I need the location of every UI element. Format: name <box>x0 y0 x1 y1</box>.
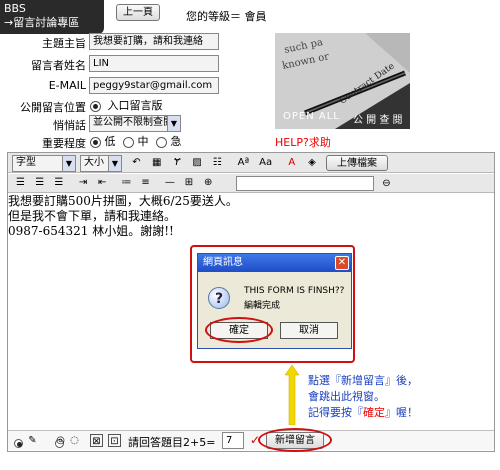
zoom-out-icon[interactable]: ⊡ <box>108 434 121 447</box>
message-line: 但是我不會下單，請和我連絡。 <box>8 209 177 223</box>
submit-button-highlight <box>258 428 332 452</box>
importance-radio-group: 低 中 急 <box>90 133 200 149</box>
mode-radio-selected[interactable] <box>14 438 23 448</box>
bbs-badge-title: BBS <box>4 2 26 15</box>
whisper-select-value: 並公開不限制查閱 <box>93 117 173 128</box>
email-input[interactable]: peggy9star@gmail.com <box>89 77 219 94</box>
link-icon[interactable]: ⊕ <box>202 176 215 189</box>
bullet-list-icon[interactable]: ≡ <box>139 176 152 189</box>
editor-toolbar-row1: 字型 ▼ 大小 ▼ ↶ ▦ Ɏ ▨ ☷ Aª Aa A ◈ 上傳檔案 <box>8 153 494 173</box>
annotation-confirm-word: 確定 <box>363 406 385 419</box>
zoom-in-icon[interactable]: ⊠ <box>90 434 103 447</box>
importance-mid-label: 中 <box>137 135 149 148</box>
upload-file-button[interactable]: 上傳檔案 <box>326 155 388 171</box>
bbs-badge: BBS →留言討論專區 <box>0 0 104 34</box>
subject-input[interactable]: 我想要訂購，請和我連絡 <box>89 33 219 50</box>
font-select-value: 字型 <box>16 157 36 168</box>
open-all-caption: OPEN ALL <box>283 111 340 122</box>
importance-low-label: 低 <box>104 135 116 148</box>
public-position-option: 入口留言版 <box>107 99 163 112</box>
help-link[interactable]: HELP?求助 <box>275 134 331 150</box>
dialog-message-line2: 編輯完成 <box>244 301 281 311</box>
horizontal-rule-icon[interactable]: — <box>163 176 176 189</box>
annotation-line3-pre: 記得要按『 <box>308 406 363 419</box>
chevron-down-icon: ▼ <box>62 156 75 171</box>
importance-label: 重要程度 <box>42 137 86 150</box>
cancel-button[interactable]: 取消 <box>280 322 338 339</box>
indent-icon[interactable]: ⇥ <box>77 176 90 189</box>
annotation-line3-post: 』喔！ <box>385 406 418 419</box>
highlight-icon[interactable]: ◈ <box>306 156 319 169</box>
importance-urgent-radio[interactable] <box>156 136 167 148</box>
align-right-icon[interactable]: ☰ <box>52 176 65 189</box>
annotation-note: 點選『新增留言』後， 會跳出此視窗。 記得要按『確定』喔！ <box>308 373 498 421</box>
importance-mid-radio[interactable] <box>123 136 134 148</box>
captcha-question: 請回答題目2+5= <box>128 436 216 449</box>
font-grow-icon[interactable]: Aª <box>237 156 250 169</box>
contract-photo: such pa known or Contract Date OPEN ALL … <box>275 33 410 129</box>
public-position-label: 公開留言位置 <box>20 101 86 114</box>
size-select[interactable]: 大小 ▼ <box>80 155 122 172</box>
whisper-select[interactable]: 並公開不限制查閱 ▼ <box>89 115 181 132</box>
member-level-text: 您的等級＝ 會員 <box>186 10 267 23</box>
format-icons: ↶ ▦ Ɏ ▨ ☷ Aª Aa A ◈ <box>130 156 330 170</box>
name-label: 留言者姓名 <box>31 59 86 72</box>
dialog-message-line1: THIS FORM IS FINSH?? <box>244 286 345 296</box>
annotation-line3: 記得要按『確定』喔！ <box>308 405 498 421</box>
table-icon[interactable]: ▦ <box>150 156 163 169</box>
view-mode-icon[interactable]: ◌ <box>68 434 81 447</box>
web-message-dialog: 網頁訊息 ✕ ? THIS FORM IS FINSH?? 編輯完成 確定 取消 <box>197 253 352 349</box>
importance-low-radio[interactable] <box>90 136 101 148</box>
email-label: E-MAIL <box>48 79 86 92</box>
public-position-radio[interactable]: 入口留言版 <box>90 97 200 113</box>
chevron-down-icon: ▼ <box>108 156 121 171</box>
ok-button-highlight <box>205 317 273 343</box>
bbs-badge-subtitle: →留言討論專區 <box>4 16 80 29</box>
image-icon[interactable]: ▨ <box>191 156 204 169</box>
whisper-label: 悄悄話 <box>53 119 86 132</box>
editor-bottom-bar: ✎ ◎ ◌ ⊠ ⊡ 請回答題目2+5= 7 ✓ 新增留言 <box>8 428 494 452</box>
align-center-icon[interactable]: ☰ <box>33 176 46 189</box>
arrow-up-icon <box>285 365 299 425</box>
importance-urgent-label: 急 <box>170 135 182 148</box>
annotation-line2: 會跳出此視窗。 <box>308 390 385 403</box>
font-shrink-icon[interactable]: Aa <box>259 156 272 169</box>
size-select-value: 大小 <box>84 157 104 168</box>
chevron-down-icon: ▼ <box>167 116 180 131</box>
close-icon[interactable]: ✕ <box>335 256 349 270</box>
font-select[interactable]: 字型 ▼ <box>12 155 76 172</box>
subject-label: 主題主旨 <box>42 37 86 50</box>
font-color-icon[interactable]: A <box>285 156 298 169</box>
link-url-input[interactable] <box>236 176 374 191</box>
annotation-line1: 點選『新增留言』後， <box>308 374 418 387</box>
name-input[interactable]: LIN <box>89 55 219 72</box>
captcha-answer-input[interactable]: 7 <box>222 432 244 449</box>
message-line: 0987-654321 林小姐。謝謝!! <box>8 224 174 238</box>
numbered-list-icon[interactable]: ≔ <box>120 176 133 189</box>
editor-toolbar-row2: ☰ ☰ ☰ ⇥ ⇤ ≔ ≡ — ⊞ ⊕ ⊖ <box>8 174 494 193</box>
public-view-caption: 公 開 查 閱 <box>353 115 403 126</box>
italic-icon[interactable]: Ɏ <box>170 156 183 169</box>
message-line: 我想要訂購500片拼圖，大概6/25要送人。 <box>8 194 238 208</box>
outdent-icon[interactable]: ⇤ <box>96 176 109 189</box>
undo-icon[interactable]: ↶ <box>130 156 143 169</box>
radio-selected-icon[interactable] <box>90 100 101 112</box>
question-icon: ? <box>208 287 230 309</box>
unlink-icon[interactable]: ⊖ <box>380 177 393 190</box>
dialog-titlebar: 網頁訊息 <box>198 254 351 272</box>
prev-page-button[interactable]: 上一頁 <box>116 4 160 21</box>
strikethrough-icon[interactable]: ☷ <box>211 156 224 169</box>
grid-icon[interactable]: ⊞ <box>183 176 196 189</box>
preview-mode-icon[interactable]: ◎ <box>54 434 67 447</box>
align-left-icon[interactable]: ☰ <box>14 176 27 189</box>
design-mode-icon[interactable]: ✎ <box>26 434 39 447</box>
